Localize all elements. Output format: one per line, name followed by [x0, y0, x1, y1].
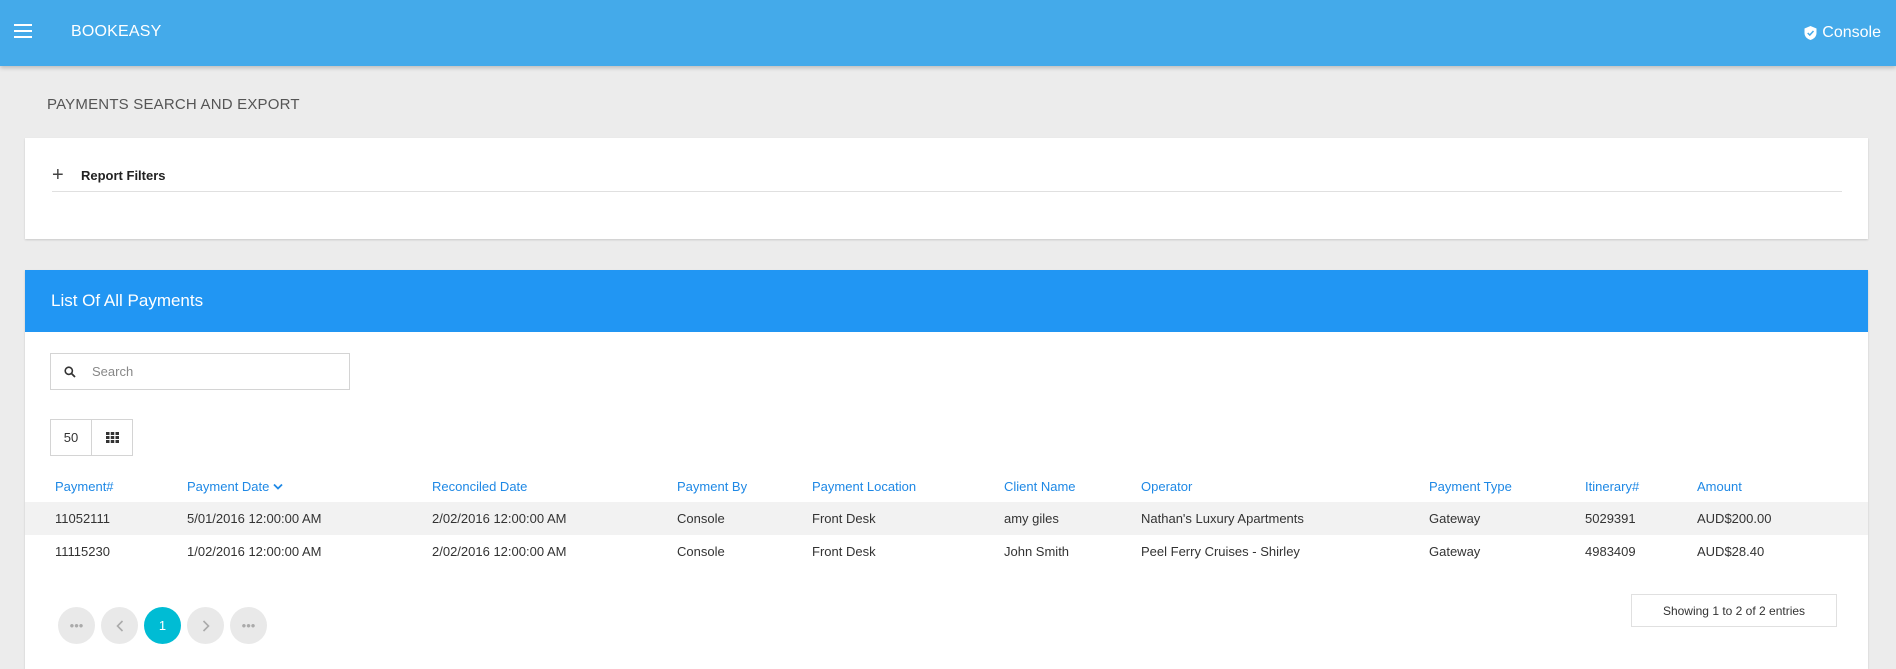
- column-header-payment-location[interactable]: Payment Location: [812, 470, 1004, 502]
- chevron-down-icon: [273, 483, 284, 490]
- payment-date-cell: 1/02/2016 12:00:00 AM: [187, 544, 322, 559]
- chevron-left-icon: [115, 619, 123, 632]
- column-header-amount[interactable]: Amount: [1697, 470, 1868, 502]
- itinerary-number-link[interactable]: 5029391: [1585, 502, 1697, 535]
- search-field[interactable]: [50, 353, 350, 390]
- operator-cell: Nathan's Luxury Apartments: [1141, 502, 1429, 535]
- payments-table: Payment# Payment Date Reconciled Date Pa…: [25, 470, 1868, 568]
- grid-icon: [105, 432, 119, 443]
- column-header-payment-type[interactable]: Payment Type: [1429, 470, 1585, 502]
- amount-cell: AUD$28.40: [1697, 544, 1765, 559]
- entries-info: Showing 1 to 2 of 2 entries: [1631, 594, 1837, 627]
- column-visibility-button[interactable]: [91, 420, 132, 455]
- column-header-reconciled-date[interactable]: Reconciled Date: [432, 470, 677, 502]
- table-row[interactable]: 11115230 1/02/2016 12:00:00 AM 2/02/2016…: [25, 535, 1868, 568]
- payment-location-cell: Front Desk: [812, 502, 1004, 535]
- payment-type-cell: Gateway: [1429, 502, 1585, 535]
- reconciled-date-cell: 2/02/2016 12:00:00 AM: [432, 544, 567, 559]
- payment-type-cell: Gateway: [1429, 544, 1481, 559]
- client-name-cell: John Smith: [1004, 544, 1070, 559]
- itinerary-number-link[interactable]: 4983409: [1585, 535, 1697, 568]
- report-filters-toggle[interactable]: + Report Filters: [52, 164, 1842, 192]
- operator-cell: Peel Ferry Cruises - Shirley: [1141, 544, 1300, 559]
- last-page-button[interactable]: •••: [230, 607, 267, 644]
- search-input[interactable]: [90, 363, 334, 380]
- payment-number-link[interactable]: 11115230: [25, 535, 187, 568]
- report-filters-card: + Report Filters: [25, 138, 1868, 239]
- ellipsis-icon: •••: [69, 618, 84, 633]
- pagination: ••• 1 •••: [58, 607, 267, 644]
- payment-by-cell: Console: [677, 502, 812, 535]
- page-size-button[interactable]: 50: [51, 420, 91, 455]
- payment-by-cell: Console: [677, 544, 725, 559]
- report-filters-label: Report Filters: [81, 168, 166, 183]
- shield-icon: [1804, 26, 1817, 40]
- amount-cell: AUD$200.00: [1697, 502, 1868, 535]
- plus-icon: +: [52, 164, 64, 186]
- search-icon: [64, 365, 76, 378]
- page-button-current[interactable]: 1: [144, 607, 181, 644]
- table-toolbar: 50: [50, 419, 133, 456]
- column-header-payment-date[interactable]: Payment Date: [187, 470, 432, 502]
- client-name-cell: amy giles: [1004, 502, 1141, 535]
- top-app-bar: BOOKEASY Console: [0, 0, 1896, 66]
- column-header-payment-number[interactable]: Payment#: [25, 470, 187, 502]
- console-button[interactable]: Console: [1804, 24, 1881, 42]
- payment-date-cell: 5/01/2016 12:00:00 AM: [187, 502, 432, 535]
- table-row[interactable]: 11052111 5/01/2016 12:00:00 AM 2/02/2016…: [25, 502, 1868, 535]
- table-header-row: Payment# Payment Date Reconciled Date Pa…: [25, 470, 1868, 502]
- column-header-client-name[interactable]: Client Name: [1004, 470, 1141, 502]
- payments-list-card: List Of All Payments 50 Payment# Payment…: [25, 270, 1868, 669]
- column-header-payment-by[interactable]: Payment By: [677, 470, 812, 502]
- reconciled-date-cell: 2/02/2016 12:00:00 AM: [432, 502, 677, 535]
- ellipsis-icon: •••: [241, 618, 256, 633]
- payment-location-cell: Front Desk: [812, 544, 876, 559]
- payment-number-link[interactable]: 11052111: [25, 502, 187, 535]
- column-header-operator[interactable]: Operator: [1141, 470, 1429, 502]
- hamburger-menu-icon[interactable]: [14, 24, 32, 38]
- next-page-button[interactable]: [187, 607, 224, 644]
- app-brand[interactable]: BOOKEASY: [71, 23, 162, 41]
- column-header-itinerary-number[interactable]: Itinerary#: [1585, 470, 1697, 502]
- payments-card-header: List Of All Payments: [25, 270, 1868, 332]
- first-page-button[interactable]: •••: [58, 607, 95, 644]
- previous-page-button[interactable]: [101, 607, 138, 644]
- chevron-right-icon: [202, 619, 210, 632]
- page-title: PAYMENTS SEARCH AND EXPORT: [47, 96, 300, 113]
- console-label: Console: [1822, 24, 1881, 41]
